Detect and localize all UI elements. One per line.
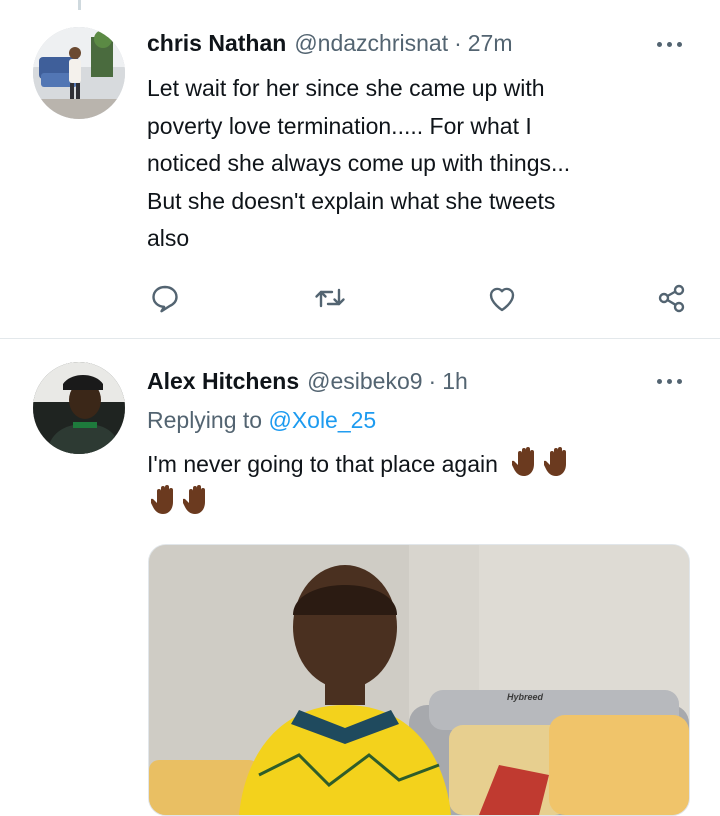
timestamp[interactable]: 27m (468, 30, 513, 57)
more-options-icon[interactable] (654, 40, 686, 50)
tweet-header: Alex Hitchens @esibeko9 · 1h (147, 368, 468, 395)
tweet-chris-nathan[interactable]: chris Nathan @ndazchrisnat · 27m Let wai… (0, 0, 720, 338)
replying-to: Replying to @Xole_25 (147, 407, 376, 434)
tweet-text-line: Let wait for her since she came up with (147, 75, 545, 101)
tweet-text: Let wait for her since she came up with … (147, 70, 687, 258)
tweet-text-line: But she doesn't explain what she tweets (147, 187, 556, 214)
timestamp[interactable]: 1h (442, 368, 468, 395)
separator-dot: · (428, 368, 437, 394)
like-icon[interactable] (484, 280, 520, 316)
raised-hand-emoji-icon (181, 484, 213, 516)
tweet-actions (0, 280, 720, 316)
share-icon[interactable] (654, 280, 690, 316)
author-handle[interactable]: @ndazchrisnat (294, 30, 448, 57)
tweet-alex-hitchens[interactable]: Alex Hitchens @esibeko9 · 1h Replying to… (0, 340, 720, 816)
tweet-text-line: poverty love termination..... For what I (147, 112, 532, 139)
replying-prefix: Replying to (147, 407, 263, 433)
tweet-header: chris Nathan @ndazchrisnat · 27m (147, 30, 513, 57)
raised-hand-emoji-icon (543, 446, 574, 478)
mention-link[interactable]: @Xole_25 (268, 407, 376, 433)
reply-icon[interactable] (147, 280, 183, 316)
tweet-text-line: also (147, 225, 190, 251)
author-name[interactable]: Alex Hitchens (147, 368, 299, 395)
media-watermark: Hybreed (507, 692, 544, 702)
tweet-divider (0, 338, 720, 339)
retweet-icon[interactable] (312, 280, 348, 316)
author-handle[interactable]: @esibeko9 (307, 368, 422, 395)
avatar[interactable] (33, 362, 125, 454)
raised-hand-emoji-icon (511, 446, 542, 478)
tweet-text-line: noticed she always come up with things..… (147, 150, 571, 176)
author-name[interactable]: chris Nathan (147, 30, 286, 57)
separator-dot: · (454, 30, 462, 56)
avatar[interactable] (33, 27, 125, 119)
raised-hand-emoji-icon (149, 484, 181, 516)
more-options-icon[interactable] (654, 377, 686, 387)
tweet-media-image[interactable]: Hybreed (148, 544, 690, 816)
tweet-text: I'm never going to that place again (147, 445, 687, 521)
tweet-text-line: I'm never going to that place again (147, 451, 498, 477)
